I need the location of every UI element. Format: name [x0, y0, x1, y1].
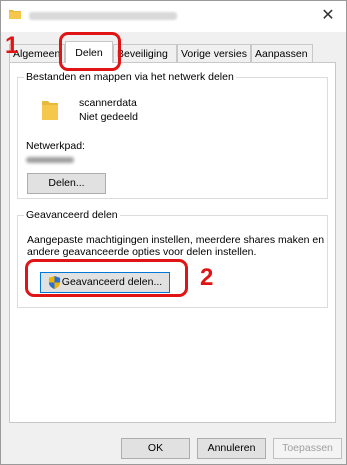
- network-path-label: Netwerkpad:: [26, 140, 85, 152]
- folder-icon: [42, 101, 58, 120]
- tab-previous-versions[interactable]: Vorige versies: [177, 44, 251, 62]
- folder-name: scannerdata: [79, 97, 137, 109]
- share-status: Niet gedeeld: [79, 111, 138, 123]
- tab-customize[interactable]: Aanpassen: [251, 44, 313, 62]
- window-title-redacted: [29, 12, 177, 20]
- network-path-redacted: [26, 157, 74, 163]
- highlight-box-2: [25, 259, 188, 297]
- tab-security[interactable]: Beveiliging: [113, 44, 177, 62]
- advanced-share-group-title: Geavanceerd delen: [24, 209, 120, 221]
- advanced-share-description: Aangepaste machtigingen instellen, meerd…: [27, 234, 325, 258]
- tab-sharing[interactable]: Delen: [65, 41, 113, 63]
- share-button[interactable]: Delen...: [27, 173, 106, 194]
- network-share-group-title: Bestanden en mappen via het netwerk dele…: [24, 71, 236, 83]
- apply-button[interactable]: Toepassen: [273, 438, 342, 459]
- title-bar: ✕: [1, 1, 346, 32]
- ok-button[interactable]: OK: [121, 438, 190, 459]
- cancel-button[interactable]: Annuleren: [197, 438, 266, 459]
- sharing-panel: Bestanden en mappen via het netwerk dele…: [9, 62, 336, 423]
- close-icon[interactable]: ✕: [314, 5, 342, 27]
- step-marker-2: 2: [200, 264, 214, 291]
- step-marker-1: 1: [5, 32, 19, 59]
- properties-window: ✕ Algemeen Delen Beveiliging Vorige vers…: [0, 0, 347, 465]
- folder-icon: [9, 10, 21, 19]
